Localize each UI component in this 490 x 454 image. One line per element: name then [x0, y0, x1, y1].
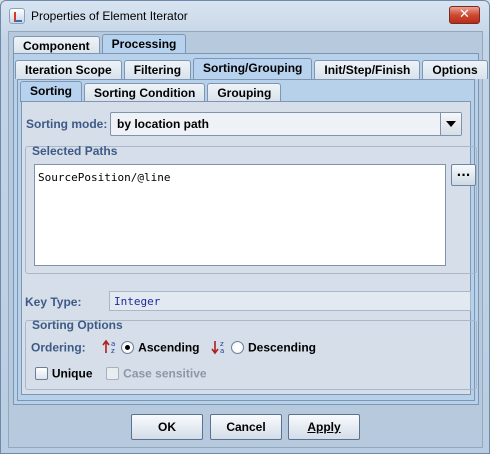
sorting-options-title: Sorting Options: [32, 318, 123, 332]
sort-ascending-icon: az: [101, 339, 118, 356]
descending-label[interactable]: Descending: [248, 341, 316, 355]
key-type-field: Integer: [109, 291, 471, 311]
tab-sorting-condition[interactable]: Sorting Condition: [84, 83, 206, 102]
dialog-window: Properties of Element Iterator ✕ Compone…: [0, 0, 490, 454]
tab-sorting-grouping[interactable]: Sorting/Grouping: [193, 58, 313, 79]
tab-options[interactable]: Options: [422, 60, 488, 79]
selected-paths-title: Selected Paths: [32, 144, 118, 158]
window-title: Properties of Element Iterator: [31, 9, 188, 23]
sorting-mode-label: Sorting mode:: [26, 117, 108, 131]
mid-tab-row: Iteration Scope Filtering Sorting/Groupi…: [15, 58, 490, 79]
case-sensitive-label: Case sensitive: [123, 366, 207, 381]
tab-grouping[interactable]: Grouping: [207, 83, 282, 102]
key-type-label: Key Type:: [25, 295, 82, 309]
tab-init-step-finish[interactable]: Init/Step/Finish: [314, 60, 421, 79]
descending-radio[interactable]: [231, 341, 245, 354]
unique-checkbox[interactable]: [35, 367, 48, 380]
close-button[interactable]: ✕: [449, 6, 480, 24]
sorting-mode-value: by location path: [117, 117, 210, 131]
sorting-mode-select[interactable]: by location path: [110, 112, 462, 136]
tab-iteration-scope[interactable]: Iteration Scope: [15, 60, 122, 79]
title-bar[interactable]: Properties of Element Iterator ✕: [2, 2, 488, 30]
sorting-grouping-panel: Sorting Sorting Condition Grouping Sorti…: [17, 79, 477, 401]
tab-sorting[interactable]: Sorting: [20, 81, 82, 102]
dialog-content: Component Processing Iteration Scope Fil…: [8, 31, 488, 448]
unique-label[interactable]: Unique: [52, 367, 93, 381]
svg-text:z: z: [111, 347, 115, 355]
processing-panel: Iteration Scope Filtering Sorting/Groupi…: [13, 53, 488, 405]
java-app-icon: [9, 8, 25, 24]
browse-paths-button[interactable]: ...: [451, 164, 476, 186]
svg-text:a: a: [220, 347, 224, 355]
ascending-radio[interactable]: [121, 341, 135, 354]
ok-button[interactable]: OK: [131, 414, 203, 440]
selected-paths-textarea[interactable]: SourcePosition/@line: [34, 164, 446, 266]
ordering-label: Ordering:: [31, 340, 86, 355]
sub-tab-row: Sorting Sorting Condition Grouping: [20, 81, 283, 102]
ordering-row: Ordering: az Ascending za Descending: [31, 339, 316, 356]
checkbox-row: Unique Case sensitive: [35, 366, 207, 381]
cancel-button[interactable]: Cancel: [210, 414, 282, 440]
chevron-down-icon[interactable]: [440, 113, 461, 135]
sort-descending-icon: za: [211, 339, 227, 356]
tab-processing[interactable]: Processing: [101, 34, 187, 55]
apply-button[interactable]: Apply: [288, 414, 360, 440]
case-sensitive-checkbox: [106, 367, 120, 380]
sorting-options-group: Sorting Options Ordering: az Ascending z…: [25, 318, 477, 390]
selected-paths-group: Selected Paths SourcePosition/@line ...: [25, 144, 477, 274]
sorting-panel: Sorting mode: by location path Selected …: [21, 101, 477, 395]
ascending-label[interactable]: Ascending: [138, 341, 199, 355]
tab-filtering[interactable]: Filtering: [123, 60, 192, 79]
top-tab-row: Component Processing: [13, 34, 188, 55]
